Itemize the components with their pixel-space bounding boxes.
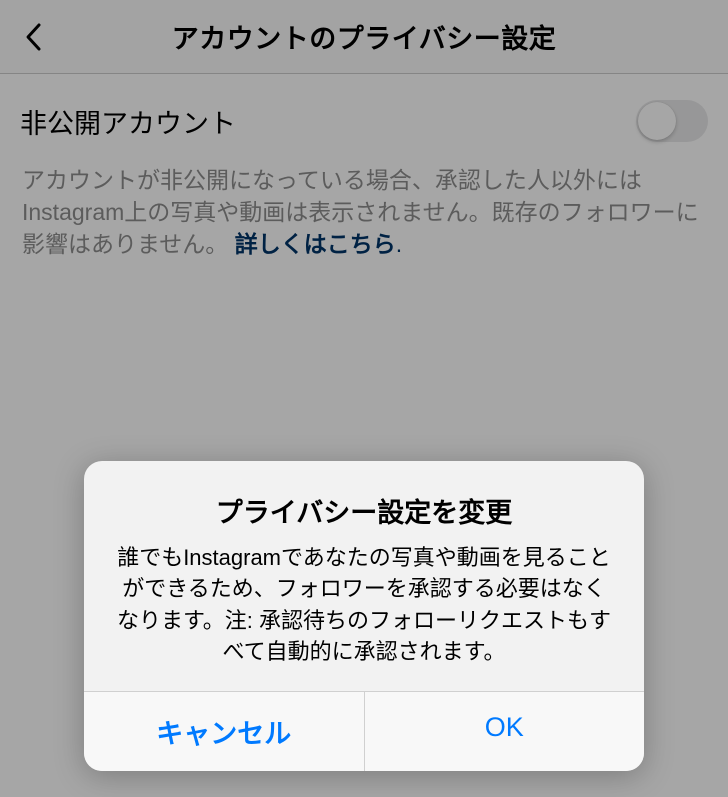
dialog-title: プライバシー設定を変更 <box>112 491 616 530</box>
modal-overlay[interactable]: プライバシー設定を変更 誰でもInstagramであなたの写真や動画を見ることが… <box>0 0 728 797</box>
cancel-button[interactable]: キャンセル <box>84 692 365 771</box>
dialog-body: プライバシー設定を変更 誰でもInstagramであなたの写真や動画を見ることが… <box>84 461 644 691</box>
privacy-change-dialog: プライバシー設定を変更 誰でもInstagramであなたの写真や動画を見ることが… <box>84 461 644 771</box>
dialog-buttons: キャンセル OK <box>84 691 644 771</box>
dialog-message: 誰でもInstagramであなたの写真や動画を見ることができるため、フォロワーを… <box>112 542 616 667</box>
ok-button[interactable]: OK <box>365 692 645 771</box>
